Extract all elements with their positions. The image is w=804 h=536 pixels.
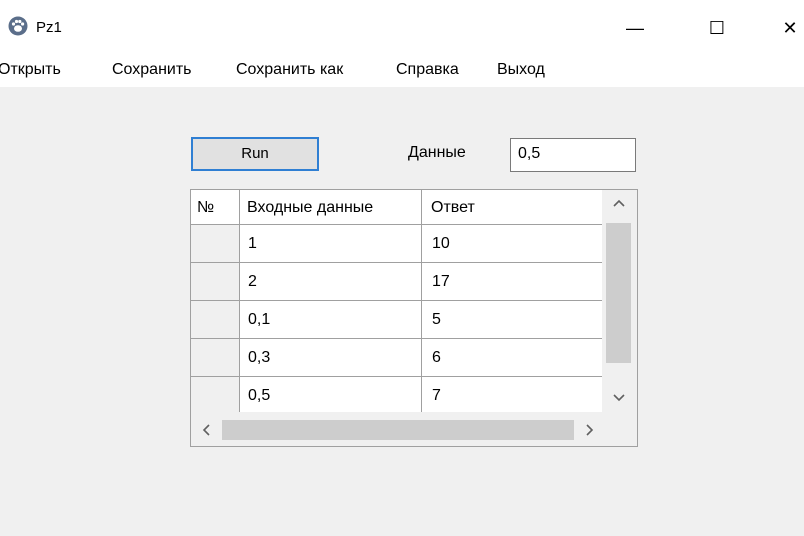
answer-cell[interactable]: 6 bbox=[422, 339, 602, 377]
input-cell[interactable]: 1 bbox=[240, 225, 422, 263]
answer-cell[interactable]: 5 bbox=[422, 301, 602, 339]
menu-item-save[interactable]: Сохранить bbox=[112, 61, 192, 79]
results-grid[interactable]: № Входные данные Ответ 1 10 2 17 0,1 5 0… bbox=[190, 189, 638, 447]
table-row[interactable]: 0,1 5 bbox=[191, 301, 602, 339]
table-row[interactable]: 1 10 bbox=[191, 225, 602, 263]
input-cell[interactable]: 2 bbox=[240, 263, 422, 301]
row-header[interactable] bbox=[191, 301, 240, 339]
menu-item-exit[interactable]: Выход bbox=[497, 61, 545, 79]
minimize-button[interactable]: — bbox=[620, 14, 650, 42]
paw-icon bbox=[8, 16, 28, 36]
menu-item-help[interactable]: Справка bbox=[396, 61, 459, 79]
table-row[interactable]: 2 17 bbox=[191, 263, 602, 301]
vertical-scrollbar[interactable] bbox=[602, 190, 637, 412]
row-header[interactable] bbox=[191, 377, 240, 415]
answer-cell[interactable]: 10 bbox=[422, 225, 602, 263]
answer-cell[interactable]: 17 bbox=[422, 263, 602, 301]
run-button[interactable]: Run bbox=[191, 137, 319, 171]
chevron-right-icon[interactable] bbox=[585, 423, 595, 437]
horizontal-scroll-thumb[interactable] bbox=[222, 420, 574, 440]
chevron-up-icon[interactable] bbox=[612, 198, 626, 208]
row-header[interactable] bbox=[191, 339, 240, 377]
close-button[interactable]: ✕ bbox=[775, 14, 804, 42]
menu-item-open[interactable]: Открыть bbox=[0, 61, 61, 79]
input-cell[interactable]: 0,1 bbox=[240, 301, 422, 339]
maximize-button[interactable]: ☐ bbox=[702, 14, 732, 42]
input-cell[interactable]: 0,3 bbox=[240, 339, 422, 377]
window-title: Pz1 bbox=[36, 19, 62, 36]
data-input[interactable]: 0,5 bbox=[510, 138, 636, 172]
data-label: Данные bbox=[408, 144, 466, 161]
vertical-scroll-thumb[interactable] bbox=[606, 223, 631, 363]
column-header-input[interactable]: Входные данные bbox=[240, 190, 422, 225]
chevron-left-icon[interactable] bbox=[201, 423, 211, 437]
table-row[interactable]: 0,5 7 bbox=[191, 377, 602, 415]
chevron-down-icon[interactable] bbox=[612, 393, 626, 403]
row-header[interactable] bbox=[191, 225, 240, 263]
column-header-number[interactable]: № bbox=[191, 190, 240, 225]
table-row[interactable]: 0,3 6 bbox=[191, 339, 602, 377]
menu-bar: Открыть Сохранить Сохранить как Справка … bbox=[0, 59, 804, 87]
row-header[interactable] bbox=[191, 263, 240, 301]
column-header-answer[interactable]: Ответ bbox=[422, 190, 602, 225]
menu-item-save-as[interactable]: Сохранить как bbox=[236, 61, 343, 79]
horizontal-scrollbar[interactable] bbox=[191, 412, 637, 446]
answer-cell[interactable]: 7 bbox=[422, 377, 602, 415]
title-bar: Pz1 — ☐ ✕ bbox=[0, 0, 804, 62]
input-cell[interactable]: 0,5 bbox=[240, 377, 422, 415]
